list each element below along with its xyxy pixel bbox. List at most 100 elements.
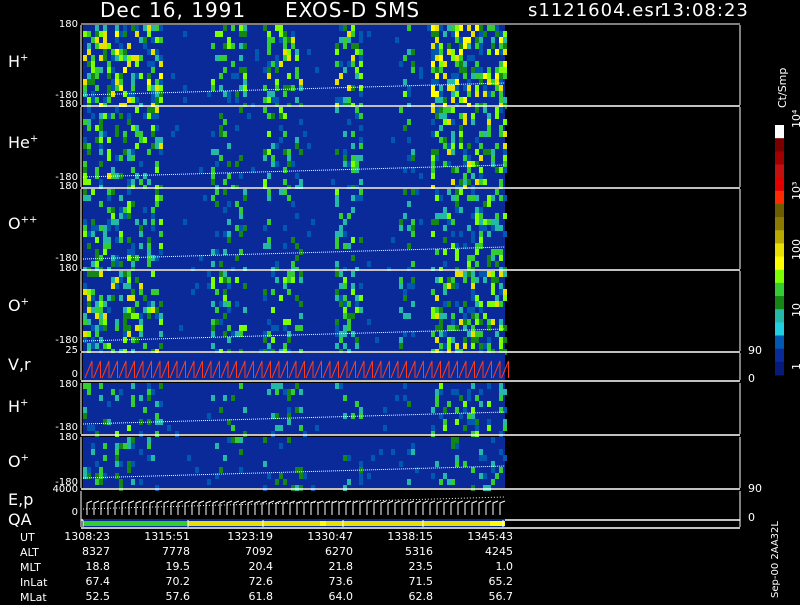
- spectrogram-cell: [495, 79, 499, 85]
- spectrogram-cell: [271, 307, 275, 313]
- spectrogram-cell: [223, 395, 227, 401]
- spectrogram-cell: [291, 271, 295, 277]
- spectrogram-cell: [451, 219, 455, 225]
- spectrogram-cell: [479, 301, 483, 307]
- header-date: Dec 16, 1991: [100, 0, 247, 22]
- spectrogram-cell: [283, 31, 287, 37]
- spectrogram-cell: [411, 225, 415, 231]
- spectrogram-cell: [143, 43, 147, 49]
- spectrogram-cell: [455, 195, 459, 201]
- spectrogram-cell: [279, 137, 283, 143]
- spectrogram-cell: [471, 73, 475, 79]
- spectrogram-cell: [355, 43, 359, 49]
- spectrogram-cell: [223, 231, 227, 237]
- spectrogram-cell: [391, 449, 395, 455]
- spectrogram-cell: [83, 173, 87, 179]
- qa-bar-green: [83, 521, 188, 526]
- spectrogram-cell: [351, 43, 355, 49]
- spectrogram-cell: [235, 301, 239, 307]
- spectrogram-cell: [431, 67, 435, 73]
- spectrogram-cell: [503, 289, 507, 295]
- spectrogram-cell: [451, 179, 455, 185]
- spectrogram-cell: [83, 31, 87, 37]
- spectrogram-cell: [103, 319, 107, 325]
- spectrogram-cell: [343, 43, 347, 49]
- spectrogram-cell: [87, 319, 91, 325]
- spectrogram-cell: [239, 31, 243, 37]
- spectrogram-cell: [227, 219, 231, 225]
- spectrogram-cell: [343, 343, 347, 349]
- spectrogram-cell: [479, 343, 483, 349]
- spectrogram-cell: [467, 331, 471, 337]
- table-cell: 52.5: [85, 590, 111, 603]
- spectrogram-cell: [223, 331, 227, 337]
- spectrogram-cell: [139, 449, 143, 455]
- spectrogram-cell: [399, 343, 403, 349]
- spectrogram-cell: [103, 55, 107, 61]
- spectrogram-cell: [435, 31, 439, 37]
- spectrogram-cell: [487, 119, 491, 125]
- spectrogram-cell: [271, 91, 275, 97]
- spectrogram-cell: [475, 425, 479, 431]
- spectrogram-cell: [119, 49, 123, 55]
- spectrogram-cell: [291, 43, 295, 49]
- spectrogram-cell: [83, 189, 87, 195]
- spectrogram-cell: [347, 319, 351, 325]
- spectrogram-cell: [131, 289, 135, 295]
- spectrogram-cell: [239, 467, 243, 473]
- spectrogram-cell: [99, 313, 103, 319]
- spectrogram-cell: [235, 225, 239, 231]
- spectrogram-cell: [347, 243, 351, 249]
- spectrogram-cell: [475, 301, 479, 307]
- spectrogram-cell: [267, 389, 271, 395]
- spectrogram-cell: [355, 401, 359, 407]
- spectrogram-cell: [287, 407, 291, 413]
- spectrogram-cell: [155, 37, 159, 43]
- table-cell: 8327: [82, 545, 110, 558]
- spectrogram-cell: [139, 161, 143, 167]
- spectrogram-cell: [135, 301, 139, 307]
- spectrogram-cell: [491, 219, 495, 225]
- spectrogram-cell: [467, 195, 471, 201]
- spectrogram-cell: [447, 343, 451, 349]
- spectrogram-cell: [111, 55, 115, 61]
- ytick-o2-max: 180: [58, 432, 78, 443]
- spectrogram-cell: [487, 319, 491, 325]
- spectrogram-cell: [119, 485, 123, 491]
- spectrogram-cell: [83, 413, 87, 419]
- spectrogram-cell: [499, 79, 503, 85]
- spectrogram-cell: [431, 425, 435, 431]
- spectrogram-cell: [347, 97, 351, 103]
- spectrogram-cell: [207, 413, 211, 419]
- spectrogram-cell: [127, 97, 131, 103]
- spectrogram-cell: [487, 255, 491, 261]
- spectrogram-cell: [443, 419, 447, 425]
- spectrogram-cell: [291, 161, 295, 167]
- spectrogram-cell: [295, 67, 299, 73]
- spectrogram-cell: [347, 37, 351, 43]
- spectrogram-cell: [467, 85, 471, 91]
- spectrogram-cell: [487, 231, 491, 237]
- spectrogram-cell: [331, 179, 335, 185]
- spectrogram-cell: [443, 283, 447, 289]
- spectrogram-cell: [83, 231, 87, 237]
- spectrogram-cell: [431, 173, 435, 179]
- spectrogram-cell: [407, 243, 411, 249]
- spectrogram-cell: [499, 289, 503, 295]
- spectrogram-cell: [471, 31, 475, 37]
- spectrogram-cell: [407, 479, 411, 485]
- spectrogram-cell: [479, 389, 483, 395]
- spectrogram-cell: [475, 207, 479, 213]
- spectrogram-cell: [139, 231, 143, 237]
- spectrogram-cell: [351, 331, 355, 337]
- spectrogram-cell: [355, 67, 359, 73]
- spectrogram-cell: [359, 479, 363, 485]
- spectrogram-cell: [439, 319, 443, 325]
- spectrogram-cell: [203, 195, 207, 201]
- spectrogram-cell: [131, 313, 135, 319]
- spectrogram-cell: [131, 437, 135, 443]
- spectrogram-cell: [431, 85, 435, 91]
- spectrogram-cell: [435, 337, 439, 343]
- spectrogram-cell: [443, 119, 447, 125]
- spectrogram-cell: [503, 131, 507, 137]
